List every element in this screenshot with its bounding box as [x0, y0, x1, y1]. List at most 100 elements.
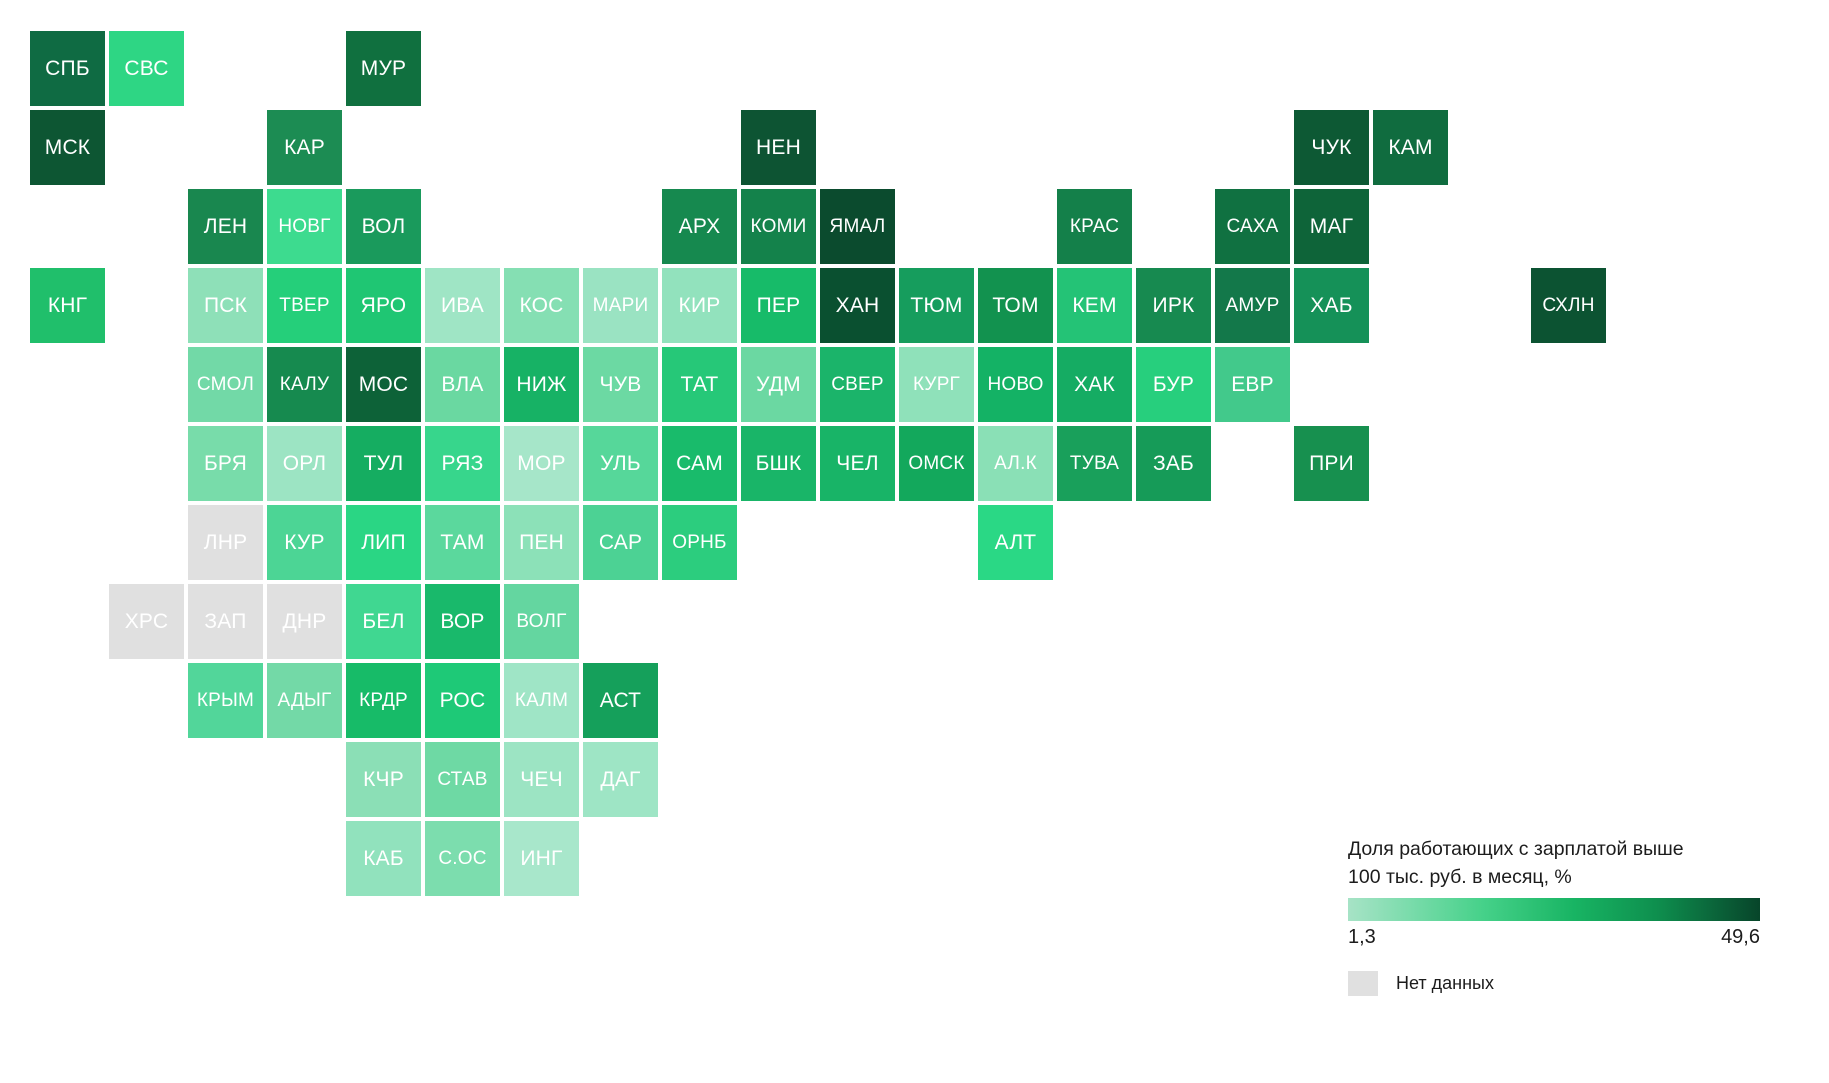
region-tile-ПРИ[interactable]: ПРИ	[1294, 426, 1369, 501]
region-tile-КРЫМ[interactable]: КРЫМ	[188, 663, 263, 738]
region-tile-ДАГ[interactable]: ДАГ	[583, 742, 658, 817]
region-tile-СМОЛ[interactable]: СМОЛ	[188, 347, 263, 422]
region-tile-ТУВА[interactable]: ТУВА	[1057, 426, 1132, 501]
region-tile-label: ЧЕЛ	[836, 452, 879, 475]
region-tile-УЛЬ[interactable]: УЛЬ	[583, 426, 658, 501]
region-tile-ДНР[interactable]: ДНР	[267, 584, 342, 659]
region-tile-label: ЧУК	[1311, 136, 1352, 159]
region-tile-ТУЛ[interactable]: ТУЛ	[346, 426, 421, 501]
region-tile-КРДР[interactable]: КРДР	[346, 663, 421, 738]
region-tile-КУРГ[interactable]: КУРГ	[899, 347, 974, 422]
region-tile-АДЫГ[interactable]: АДЫГ	[267, 663, 342, 738]
region-tile-МАРИ[interactable]: МАРИ	[583, 268, 658, 343]
region-tile-ЧЕЧ[interactable]: ЧЕЧ	[504, 742, 579, 817]
region-tile-МСК[interactable]: МСК	[30, 110, 105, 185]
region-tile-ХАН[interactable]: ХАН	[820, 268, 895, 343]
region-tile-АЛ.К[interactable]: АЛ.К	[978, 426, 1053, 501]
region-tile-КНГ[interactable]: КНГ	[30, 268, 105, 343]
region-tile-СХЛН[interactable]: СХЛН	[1531, 268, 1606, 343]
region-tile-ВЛА[interactable]: ВЛА	[425, 347, 500, 422]
region-tile-АСТ[interactable]: АСТ	[583, 663, 658, 738]
region-tile-СТАВ[interactable]: СТАВ	[425, 742, 500, 817]
region-tile-УДМ[interactable]: УДМ	[741, 347, 816, 422]
region-tile-МАГ[interactable]: МАГ	[1294, 189, 1369, 264]
region-tile-АРХ[interactable]: АРХ	[662, 189, 737, 264]
region-tile-КРАС[interactable]: КРАС	[1057, 189, 1132, 264]
region-tile-КЧР[interactable]: КЧР	[346, 742, 421, 817]
region-tile-ЛИП[interactable]: ЛИП	[346, 505, 421, 580]
region-tile-С.ОС[interactable]: С.ОС	[425, 821, 500, 896]
region-tile-ВОЛ[interactable]: ВОЛ	[346, 189, 421, 264]
region-tile-КИР[interactable]: КИР	[662, 268, 737, 343]
region-tile-НИЖ[interactable]: НИЖ	[504, 347, 579, 422]
region-tile-ТВЕР[interactable]: ТВЕР	[267, 268, 342, 343]
region-tile-СВЕР[interactable]: СВЕР	[820, 347, 895, 422]
region-tile-РЯЗ[interactable]: РЯЗ	[425, 426, 500, 501]
region-tile-ЯРО[interactable]: ЯРО	[346, 268, 421, 343]
region-tile-КАБ[interactable]: КАБ	[346, 821, 421, 896]
region-tile-ВОР[interactable]: ВОР	[425, 584, 500, 659]
region-tile-САХА[interactable]: САХА	[1215, 189, 1290, 264]
region-tile-ТОМ[interactable]: ТОМ	[978, 268, 1053, 343]
region-tile-label: СВЕР	[831, 374, 884, 395]
region-tile-КОМИ[interactable]: КОМИ	[741, 189, 816, 264]
region-tile-НОВГ[interactable]: НОВГ	[267, 189, 342, 264]
region-tile-АМУР[interactable]: АМУР	[1215, 268, 1290, 343]
region-tile-ЛЕН[interactable]: ЛЕН	[188, 189, 263, 264]
region-tile-КУР[interactable]: КУР	[267, 505, 342, 580]
region-tile-БРЯ[interactable]: БРЯ	[188, 426, 263, 501]
region-tile-ХАК[interactable]: ХАК	[1057, 347, 1132, 422]
region-tile-КАМ[interactable]: КАМ	[1373, 110, 1448, 185]
region-tile-САМ[interactable]: САМ	[662, 426, 737, 501]
region-tile-КАР[interactable]: КАР	[267, 110, 342, 185]
region-tile-БЕЛ[interactable]: БЕЛ	[346, 584, 421, 659]
region-tile-ПЕР[interactable]: ПЕР	[741, 268, 816, 343]
legend-color-ramp	[1348, 898, 1760, 922]
region-tile-МОР[interactable]: МОР	[504, 426, 579, 501]
region-tile-ЕВР[interactable]: ЕВР	[1215, 347, 1290, 422]
region-tile-ЗАП[interactable]: ЗАП	[188, 584, 263, 659]
region-tile-ПЕН[interactable]: ПЕН	[504, 505, 579, 580]
region-tile-label: С.ОС	[438, 848, 487, 869]
region-tile-ТЮМ[interactable]: ТЮМ	[899, 268, 974, 343]
region-tile-ТАТ[interactable]: ТАТ	[662, 347, 737, 422]
region-tile-label: КЕМ	[1072, 294, 1117, 317]
region-tile-label: ИНГ	[520, 847, 563, 870]
region-tile-БУР[interactable]: БУР	[1136, 347, 1211, 422]
region-tile-ОРНБ[interactable]: ОРНБ	[662, 505, 737, 580]
region-tile-ОМСК[interactable]: ОМСК	[899, 426, 974, 501]
region-tile-СВС[interactable]: СВС	[109, 31, 184, 106]
region-tile-КОС[interactable]: КОС	[504, 268, 579, 343]
region-tile-СПБ[interactable]: СПБ	[30, 31, 105, 106]
region-tile-label: САМ	[676, 452, 723, 475]
region-tile-ЧУК[interactable]: ЧУК	[1294, 110, 1369, 185]
region-tile-ИНГ[interactable]: ИНГ	[504, 821, 579, 896]
region-tile-ЧУВ[interactable]: ЧУВ	[583, 347, 658, 422]
region-tile-КАЛМ[interactable]: КАЛМ	[504, 663, 579, 738]
region-tile-label: МОР	[517, 452, 566, 475]
region-tile-НОВО[interactable]: НОВО	[978, 347, 1053, 422]
region-tile-ОРЛ[interactable]: ОРЛ	[267, 426, 342, 501]
region-tile-label: СМОЛ	[196, 374, 255, 395]
region-tile-label: КУРГ	[912, 374, 961, 395]
region-tile-ЗАБ[interactable]: ЗАБ	[1136, 426, 1211, 501]
region-tile-РОС[interactable]: РОС	[425, 663, 500, 738]
region-tile-БШК[interactable]: БШК	[741, 426, 816, 501]
region-tile-ХАБ[interactable]: ХАБ	[1294, 268, 1369, 343]
region-tile-ВОЛГ[interactable]: ВОЛГ	[504, 584, 579, 659]
region-tile-НЕН[interactable]: НЕН	[741, 110, 816, 185]
region-tile-ХРС[interactable]: ХРС	[109, 584, 184, 659]
region-tile-ТАМ[interactable]: ТАМ	[425, 505, 500, 580]
region-tile-ИВА[interactable]: ИВА	[425, 268, 500, 343]
region-tile-ЛНР[interactable]: ЛНР	[188, 505, 263, 580]
region-tile-МОС[interactable]: МОС	[346, 347, 421, 422]
region-tile-ПСК[interactable]: ПСК	[188, 268, 263, 343]
region-tile-ИРК[interactable]: ИРК	[1136, 268, 1211, 343]
region-tile-АЛТ[interactable]: АЛТ	[978, 505, 1053, 580]
region-tile-МУР[interactable]: МУР	[346, 31, 421, 106]
region-tile-ЯМАЛ[interactable]: ЯМАЛ	[820, 189, 895, 264]
region-tile-КЕМ[interactable]: КЕМ	[1057, 268, 1132, 343]
region-tile-ЧЕЛ[interactable]: ЧЕЛ	[820, 426, 895, 501]
region-tile-КАЛУ[interactable]: КАЛУ	[267, 347, 342, 422]
region-tile-САР[interactable]: САР	[583, 505, 658, 580]
